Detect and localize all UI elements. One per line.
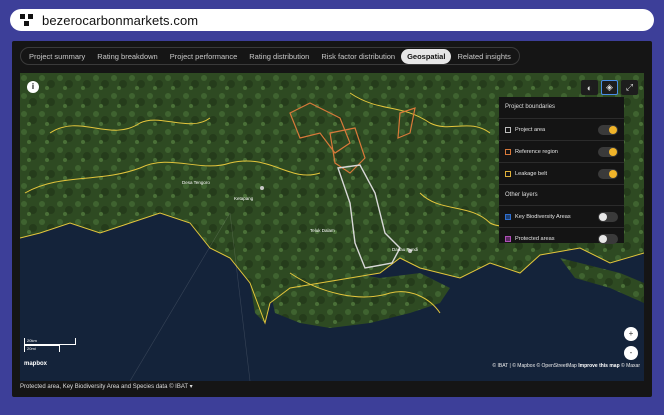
protected-areas-toggle[interactable] xyxy=(598,234,618,244)
map-label: Desa Tengoro xyxy=(182,180,210,185)
layers-panel: Project boundaries Project area Referenc… xyxy=(499,97,624,244)
address-bar[interactable]: bezerocarbonmarkets.com xyxy=(10,9,654,31)
layer-label: Project area xyxy=(515,126,546,133)
layer-label: Leakage belt xyxy=(515,170,548,177)
map-label: Danau Pundi xyxy=(392,247,418,252)
other-layers-title: Other layers xyxy=(499,184,624,205)
map-toolbar: ◐ ◈ ⤢ xyxy=(581,80,638,95)
bezero-logo-icon xyxy=(20,13,34,27)
key-biodiversity-swatch xyxy=(505,213,511,220)
project-area-toggle[interactable] xyxy=(598,125,618,135)
info-icon[interactable]: i xyxy=(27,81,39,93)
layer-row-leakage-belt[interactable]: Leakage belt xyxy=(499,162,624,184)
layer-row-key-biodiversity-areas[interactable]: Key Biodiversity Areas xyxy=(499,205,624,227)
leakage-belt-swatch xyxy=(505,170,511,177)
map-attribution: © IBAT | © Mapbox © OpenStreetMap Improv… xyxy=(492,363,640,369)
tab-rating-breakdown[interactable]: Rating breakdown xyxy=(91,49,163,64)
zoom-in-button[interactable]: + xyxy=(624,327,638,341)
protected-areas-swatch xyxy=(505,235,511,242)
tab-project-performance[interactable]: Project performance xyxy=(164,49,244,64)
project-area-swatch xyxy=(505,126,511,133)
app-frame: Project summary Rating breakdown Project… xyxy=(12,41,652,397)
scale-bar: 20km 20mi xyxy=(24,338,76,352)
reference-region-toggle[interactable] xyxy=(598,147,618,157)
map-label: Teluk Dalam xyxy=(310,228,335,233)
zoom-out-button[interactable]: - xyxy=(624,346,638,360)
expand-icon[interactable]: ⤢ xyxy=(621,80,638,95)
layer-row-protected-areas[interactable]: Protected areas xyxy=(499,227,624,249)
improve-map-link[interactable]: Improve this map xyxy=(578,363,619,369)
key-biodiversity-toggle[interactable] xyxy=(598,212,618,222)
scale-mi: 20mi xyxy=(24,345,60,352)
tab-bar: Project summary Rating breakdown Project… xyxy=(20,47,520,65)
layers-icon[interactable]: ◈ xyxy=(601,80,618,95)
map-style-icon[interactable]: ◐ xyxy=(581,80,598,95)
attribution-text: © IBAT | © Mapbox © OpenStreetMap xyxy=(492,363,577,369)
map-label: Ketapang xyxy=(234,196,254,201)
tab-related-insights[interactable]: Related insights xyxy=(451,49,516,64)
leakage-belt-toggle[interactable] xyxy=(598,169,618,179)
url-text: bezerocarbonmarkets.com xyxy=(42,12,199,28)
data-source-dropdown[interactable]: Protected area, Key Biodiversity Area an… xyxy=(20,383,193,390)
mapbox-logo: mapbox xyxy=(24,361,48,367)
layer-label: Reference region xyxy=(515,148,558,155)
maxar-text: © Maxar xyxy=(621,363,640,369)
tab-rating-distribution[interactable]: Rating distribution xyxy=(243,49,315,64)
map-view[interactable]: Desa Tengoro Ketapang Teluk Dalam Danau … xyxy=(20,73,644,381)
tab-project-summary[interactable]: Project summary xyxy=(23,49,91,64)
layer-label: Key Biodiversity Areas xyxy=(515,213,571,220)
reference-region-swatch xyxy=(505,148,511,155)
project-boundaries-title: Project boundaries xyxy=(505,104,556,110)
scale-km: 20km xyxy=(24,338,76,345)
layer-row-project-area[interactable]: Project area xyxy=(499,118,624,140)
tab-risk-factor-distribution[interactable]: Risk factor distribution xyxy=(315,49,401,64)
layer-label: Protected areas xyxy=(515,235,555,242)
tab-geospatial[interactable]: Geospatial xyxy=(401,48,452,64)
layer-row-reference-region[interactable]: Reference region xyxy=(499,140,624,162)
